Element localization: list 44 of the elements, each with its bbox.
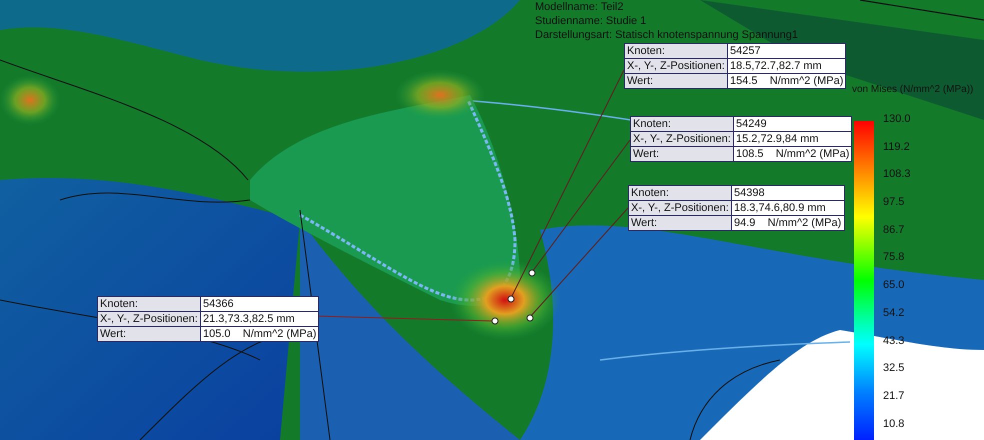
table-cell: X-, Y-, Z-Positionen: bbox=[624, 58, 728, 74]
table-cell: 18.3,74.6,80.9 mm bbox=[732, 200, 844, 216]
scale-label: 54.2 bbox=[883, 306, 906, 320]
table-cell: 54366 bbox=[200, 296, 319, 312]
table-cell: 54398 bbox=[732, 186, 844, 200]
table-cell: Knoten: bbox=[630, 116, 734, 132]
table-cell: 54249 bbox=[734, 116, 852, 132]
scale-label: 97.5 bbox=[883, 195, 906, 210]
header-text: Darstellungsart: Statisch knotenspannung Spannung1 bbox=[535, 28, 798, 42]
table-cell: Wert: bbox=[624, 74, 728, 88]
scale-label: 21.7 bbox=[883, 388, 906, 403]
probe-marker-icon bbox=[492, 318, 498, 324]
scale-label: 86.7 bbox=[883, 222, 906, 237]
table-cell: X-, Y-, Z-Positionen: bbox=[98, 312, 200, 326]
table-cell: 154.5 N/mm^2 (MPa) bbox=[728, 74, 846, 88]
legend-title: von Mises (N/mm^2 (MPa)) bbox=[852, 84, 974, 95]
scale-label: 108.3 bbox=[883, 167, 911, 182]
table-cell: 18.5,72.7,82.7 mm bbox=[728, 58, 846, 74]
probe-marker-icon bbox=[526, 314, 534, 322]
table-cell: 15.2,72.9,84 mm bbox=[734, 132, 852, 146]
table-cell: Wert: bbox=[98, 326, 200, 342]
table-cell: Knoten: bbox=[624, 44, 728, 58]
stress-hotspot bbox=[0, 75, 60, 125]
table-cell: Knoten: bbox=[628, 186, 732, 200]
scale-label: 75.8 bbox=[883, 250, 906, 264]
probe-marker-icon bbox=[508, 296, 514, 302]
table-cell: 21.3,73.3,82.5 mm bbox=[200, 312, 319, 326]
table-cell: 94.9 N/mm^2 (MPa) bbox=[732, 216, 844, 230]
header-text: Modellname: Teil2 bbox=[535, 0, 624, 14]
table-cell: 105.0 N/mm^2 (MPa) bbox=[200, 326, 319, 342]
table-cell: X-, Y-, Z-Positionen: bbox=[630, 132, 734, 146]
table-cell: 54257 bbox=[728, 44, 846, 58]
scale-label: 119.2 bbox=[883, 140, 911, 154]
scale-label: 10.8 bbox=[883, 416, 906, 431]
scale-label: 130.0 bbox=[883, 112, 911, 126]
header-text: Studienname: Studie 1 bbox=[535, 14, 648, 28]
scale-label: 65.0 bbox=[883, 278, 906, 292]
table-cell: Wert: bbox=[628, 216, 732, 230]
table-cell: 108.5 N/mm^2 (MPa) bbox=[734, 146, 852, 162]
table-cell: Wert: bbox=[630, 146, 734, 162]
scale-label: 32.5 bbox=[883, 361, 906, 376]
table-cell: Knoten: bbox=[98, 296, 200, 312]
probe-marker-icon bbox=[528, 270, 536, 276]
table-cell: X-, Y-, Z-Positionen: bbox=[628, 200, 732, 216]
